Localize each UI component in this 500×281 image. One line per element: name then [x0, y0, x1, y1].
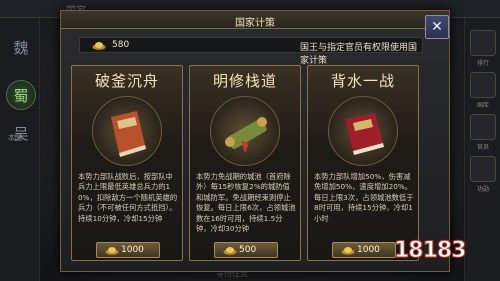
side-button-4[interactable] — [470, 156, 496, 182]
card-description: 本势力免战期的城池（首府除外）每15秒恢复2%的城防值和城防军。免战期经束则停止… — [196, 172, 296, 234]
close-icon: ✕ — [431, 19, 443, 35]
site-watermark: 18183 — [394, 238, 468, 264]
kingdom-tab-shu[interactable]: 蜀 — [6, 80, 36, 110]
dialog-title: 国家计策 — [235, 18, 275, 29]
card-title: 破釜沉舟 — [94, 72, 159, 90]
side-menu: 排行 国库 官员 功勋 — [464, 18, 500, 281]
dialog-header: 国家计策 — [61, 11, 449, 29]
red-book-icon — [345, 113, 384, 155]
side-button-3[interactable] — [470, 114, 496, 140]
scroll-icon — [225, 117, 267, 153]
side-button-2[interactable] — [470, 72, 496, 98]
side-label-1: 排行 — [476, 60, 489, 67]
card-art — [92, 96, 162, 166]
side-label-3: 官员 — [476, 144, 489, 151]
kingdom-tab-wei[interactable]: 魏 — [6, 32, 36, 62]
strategy-card-mingxiu[interactable]: 明修栈道 本势力免战期的城池（首府除外）每15秒恢复2%的城防值和城防军。免战期… — [189, 65, 301, 261]
gold-ingot-icon — [92, 42, 106, 50]
strategy-card-beishui[interactable]: 背水一战 本势力部队增加50%，伤害减免增加50%，速度增加20%。每日上限3次… — [307, 65, 419, 261]
side-label-4: 功勋 — [476, 186, 489, 193]
card-title: 背水一战 — [330, 72, 395, 90]
info-bar: 580 国王与指定官员有权限使用国家计策 — [79, 37, 423, 66]
side-label-2: 国库 — [476, 102, 489, 109]
gold-ingot-icon — [105, 247, 119, 255]
national-strategy-dialog: 国家计策 ✕ 580 国王与指定官员有权限使用国家计策 破釜沉舟 本势力部队战败… — [60, 10, 450, 272]
cost-amount: 1000 — [357, 245, 380, 255]
cost-amount: 1000 — [121, 245, 144, 255]
kingdom-tab-wu[interactable]: 吴 — [6, 118, 36, 148]
use-strategy-button[interactable]: 1000 — [96, 242, 160, 258]
card-description: 本势力部队战败后，按部队中兵力上限最低英雄总兵力的10%，扣除敌方一个随机英雄的… — [78, 172, 178, 223]
gold-ingot-icon — [341, 247, 355, 255]
use-strategy-button[interactable]: 1000 — [332, 242, 396, 258]
permission-note: 国王与指定官员有权限使用国家计策 — [300, 43, 418, 66]
gold-ingot-icon — [223, 247, 237, 255]
gold-balance: 580 — [112, 40, 130, 50]
card-title: 明修栈道 — [212, 72, 277, 90]
card-description: 本势力部队增加50%，伤害减免增加50%，速度增加20%。每日上限3次，占领城池… — [314, 172, 414, 223]
card-art — [328, 96, 398, 166]
game-screen: 国家 魏 蜀 本国 吴 排行 国库 官员 功勋 等待任务 国家计策 ✕ 580 … — [0, 0, 500, 281]
close-button[interactable]: ✕ — [425, 15, 449, 39]
strategy-card-pofu[interactable]: 破釜沉舟 本势力部队战败后，按部队中兵力上限最低英雄总兵力的10%，扣除敌方一个… — [71, 65, 183, 261]
card-art — [210, 96, 280, 166]
cost-amount: 500 — [239, 245, 257, 255]
side-button-1[interactable] — [470, 30, 496, 56]
red-book-icon — [111, 111, 146, 157]
kingdom-rail: 魏 蜀 本国 吴 — [0, 18, 40, 281]
use-strategy-button[interactable]: 500 — [214, 242, 278, 258]
